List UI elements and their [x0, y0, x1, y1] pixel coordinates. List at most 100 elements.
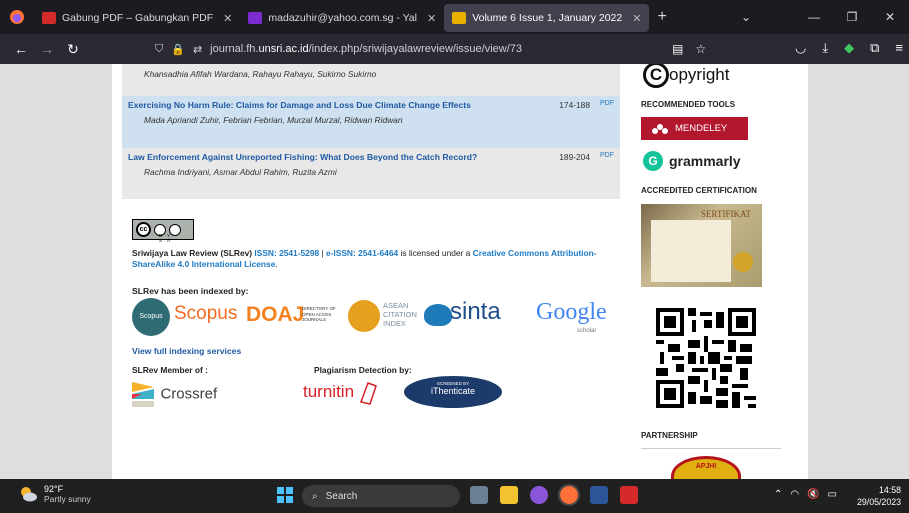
pdf-favicon-icon — [42, 12, 56, 24]
tab-label: madazuhir@yahoo.com.sg - Yal — [268, 12, 417, 24]
acrobat-icon[interactable] — [620, 486, 638, 504]
asean-logo[interactable]: ASEAN CITATION INDEX — [383, 301, 423, 328]
taskbar-apps — [470, 484, 638, 506]
tab-yahoo-mail[interactable]: madazuhir@yahoo.com.sg - Yal ✕ — [240, 4, 444, 32]
crossref-logo[interactable]: Crossref — [132, 380, 217, 408]
issn-link[interactable]: ISSN: 2541-5298 — [254, 248, 319, 258]
close-icon[interactable]: ✕ — [427, 12, 436, 25]
extension-icon[interactable]: ◆ — [844, 40, 854, 56]
downloads-icon[interactable]: ⤓ — [822, 40, 828, 56]
app-icon[interactable] — [530, 486, 548, 504]
plagiarism-heading: Plagiarism Detection by: — [314, 365, 412, 375]
file-explorer-icon[interactable] — [500, 486, 518, 504]
permissions-icon[interactable]: ⇄ — [193, 43, 202, 56]
sinta-icon — [424, 304, 452, 326]
certificate-image[interactable]: SERTIFIKAT — [641, 204, 762, 287]
task-view-icon[interactable] — [470, 486, 488, 504]
maximize-icon[interactable]: ❐ — [833, 10, 871, 24]
license-text: Sriwijaya Law Review (SLRev) ISSN: 2541-… — [132, 248, 597, 269]
eissn-link[interactable]: e-ISSN: 2541-6464 — [326, 248, 398, 258]
forward-icon[interactable]: → — [34, 41, 60, 57]
view-full-indexing-link[interactable]: View full indexing services — [132, 346, 241, 356]
article-title-link[interactable]: Law Enforcement Against Unreported Fishi… — [128, 152, 614, 162]
url-text[interactable]: journal.fh.unsri.ac.id/index.php/sriwija… — [210, 43, 522, 55]
partnership-heading: PARTNERSHIP — [641, 431, 698, 440]
journal-favicon-icon — [452, 12, 467, 24]
nav-bar: ← → ↻ ⛉ 🔒 ⇄ journal.fh.unsri.ac.id/index… — [0, 34, 909, 64]
partly-sunny-icon — [21, 487, 37, 502]
clock[interactable]: 14:58 29/05/2023 — [857, 484, 901, 508]
table-of-contents: Khansadhia Afifah Wardana, Rahayu Rahayu… — [122, 64, 620, 199]
google-scholar-sublabel: scholar — [577, 328, 597, 334]
close-window-icon[interactable]: ✕ — [871, 10, 909, 24]
bookmark-star-icon[interactable]: ☆ — [695, 42, 706, 56]
minimize-icon[interactable]: — — [795, 10, 833, 24]
reload-icon[interactable]: ↻ — [60, 41, 86, 58]
doaj-logo[interactable]: DOAJ — [246, 303, 304, 327]
pocket-icon[interactable]: ◡ — [795, 40, 806, 56]
new-tab-button[interactable]: + — [657, 8, 666, 26]
volume-muted-icon[interactable]: 🔇 — [807, 489, 819, 500]
pdf-link[interactable]: PDF — [600, 100, 614, 107]
apjhi-logo[interactable]: APJHI — [671, 456, 741, 479]
google-scholar-logo[interactable]: Google — [536, 299, 607, 326]
reader-view-icon[interactable]: ▤ — [672, 42, 683, 56]
article-authors: Khansadhia Afifah Wardana, Rahayu Rahayu… — [144, 69, 377, 79]
turnitin-icon — [360, 382, 378, 405]
doaj-sublabel: DIRECTORY OF OPEN ACCES JOURNALS — [302, 306, 336, 322]
article-pages: 189-204 — [559, 152, 590, 162]
article-pages: 174-188 — [559, 100, 590, 110]
tab-bar: Gabung PDF – Gabungkan PDF ✕ madazuhir@y… — [0, 0, 909, 34]
tab-gabung-pdf[interactable]: Gabung PDF – Gabungkan PDF ✕ — [34, 4, 240, 32]
cc-icon: cc — [136, 222, 151, 237]
firefox-view-icon[interactable] — [0, 0, 34, 34]
mendeley-link[interactable]: MENDELEY — [641, 117, 748, 140]
article-item: Khansadhia Afifah Wardana, Rahayu Rahayu… — [122, 64, 620, 83]
word-icon[interactable] — [590, 486, 608, 504]
start-button[interactable] — [277, 487, 293, 503]
toolbar-right: ◡ ⤓ ◆ ⧉ ≡ — [795, 40, 903, 56]
url-bar[interactable]: ⛉ 🔒 ⇄ journal.fh.unsri.ac.id/index.php/s… — [155, 38, 715, 60]
list-all-tabs-icon[interactable]: ⌄ — [727, 10, 765, 24]
wifi-icon[interactable]: ◠ — [790, 489, 799, 500]
weather-widget[interactable]: 92°F Partly sunny — [18, 484, 91, 504]
ithenticate-logo[interactable]: SCREENED BY iThenticate — [404, 376, 502, 408]
pdf-link[interactable]: PDF — [600, 152, 614, 159]
close-icon[interactable]: ✕ — [632, 12, 641, 25]
back-icon[interactable]: ← — [8, 41, 34, 57]
article-authors: Rachma Indriyani, Asmar Abdul Rahim, Ruz… — [144, 167, 337, 177]
system-tray: ⌃ ◠ 🔇 ▭ — [774, 489, 837, 500]
indexing-logos: Scopus Scopus DOAJ DIRECTORY OF OPEN ACC… — [132, 298, 630, 338]
firefox-icon[interactable] — [558, 484, 580, 506]
recommended-tools-heading: RECOMMENDED TOOLS — [641, 100, 736, 109]
sinta-logo[interactable]: sinta — [450, 298, 501, 326]
close-icon[interactable]: ✕ — [223, 12, 232, 25]
shield-icon[interactable]: ⛉ — [155, 43, 163, 56]
grammarly-link[interactable]: Ggrammarly — [643, 151, 741, 171]
scopus-logo[interactable]: Scopus — [174, 303, 237, 325]
mail-favicon-icon — [248, 12, 263, 24]
scopus-badge-logo[interactable]: Scopus — [132, 298, 170, 336]
lock-icon[interactable]: 🔒 — [171, 43, 185, 56]
battery-icon[interactable]: ▭ — [828, 489, 837, 500]
article-item: Exercising No Harm Rule: Claims for Dama… — [122, 96, 620, 148]
tab-label: Volume 6 Issue 1, January 2022 — [472, 12, 623, 24]
tab-volume-6[interactable]: Volume 6 Issue 1, January 2022 ✕ — [444, 4, 650, 32]
taskbar-search[interactable]: ⌕ Search — [302, 485, 460, 507]
accredited-heading: ACCREDITED CERTIFICATION — [641, 186, 757, 195]
web-content: Khansadhia Afifah Wardana, Rahayu Rahayu… — [0, 64, 909, 479]
turnitin-logo[interactable]: turnitin — [303, 380, 380, 406]
window-controls: ⌄ — ❐ ✕ — [727, 0, 909, 34]
article-title-link[interactable]: Exercising No Harm Rule: Claims for Dama… — [128, 100, 614, 110]
taskbar: 92°F Partly sunny ⌕ Search ⌃ ◠ 🔇 ▭ 14:58… — [0, 479, 909, 513]
extensions-icon[interactable]: ⧉ — [870, 40, 879, 56]
seal-icon — [733, 252, 753, 272]
qr-code[interactable] — [655, 308, 757, 408]
chevron-up-icon[interactable]: ⌃ — [774, 489, 782, 500]
page-container: Khansadhia Afifah Wardana, Rahayu Rahayu… — [112, 64, 808, 479]
grammarly-icon: G — [643, 151, 663, 171]
cc-license-badge[interactable]: cc BY SA — [132, 219, 194, 243]
copyright-logo: Copyright — [643, 64, 729, 88]
asean-emblem-icon — [348, 300, 380, 332]
menu-icon[interactable]: ≡ — [895, 40, 903, 56]
